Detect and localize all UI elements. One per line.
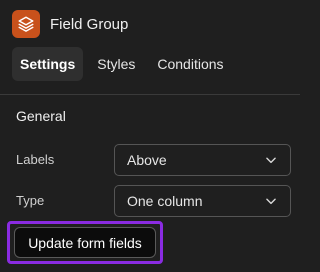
section-divider bbox=[0, 94, 300, 95]
block-title: Field Group bbox=[50, 15, 129, 33]
field-group-panel: Field Group Settings Styles Conditions G… bbox=[0, 0, 300, 272]
labels-select[interactable]: Above bbox=[114, 144, 291, 176]
type-select[interactable]: One column bbox=[114, 185, 291, 217]
tab-settings[interactable]: Settings bbox=[12, 47, 84, 81]
labels-field-label: Labels bbox=[16, 152, 55, 167]
chevron-down-icon bbox=[264, 153, 278, 167]
tab-conditions[interactable]: Conditions bbox=[149, 47, 231, 81]
layers-icon bbox=[12, 10, 40, 38]
type-select-value: One column bbox=[127, 193, 203, 209]
type-field-label: Type bbox=[16, 193, 45, 208]
tab-bar: Settings Styles Conditions bbox=[12, 47, 232, 81]
update-form-fields-button[interactable]: Update form fields bbox=[14, 227, 156, 258]
panel-header: Field Group bbox=[12, 10, 128, 38]
section-title: General bbox=[16, 108, 66, 124]
tab-styles[interactable]: Styles bbox=[89, 47, 143, 81]
labels-select-value: Above bbox=[127, 152, 167, 168]
chevron-down-icon bbox=[264, 194, 278, 208]
